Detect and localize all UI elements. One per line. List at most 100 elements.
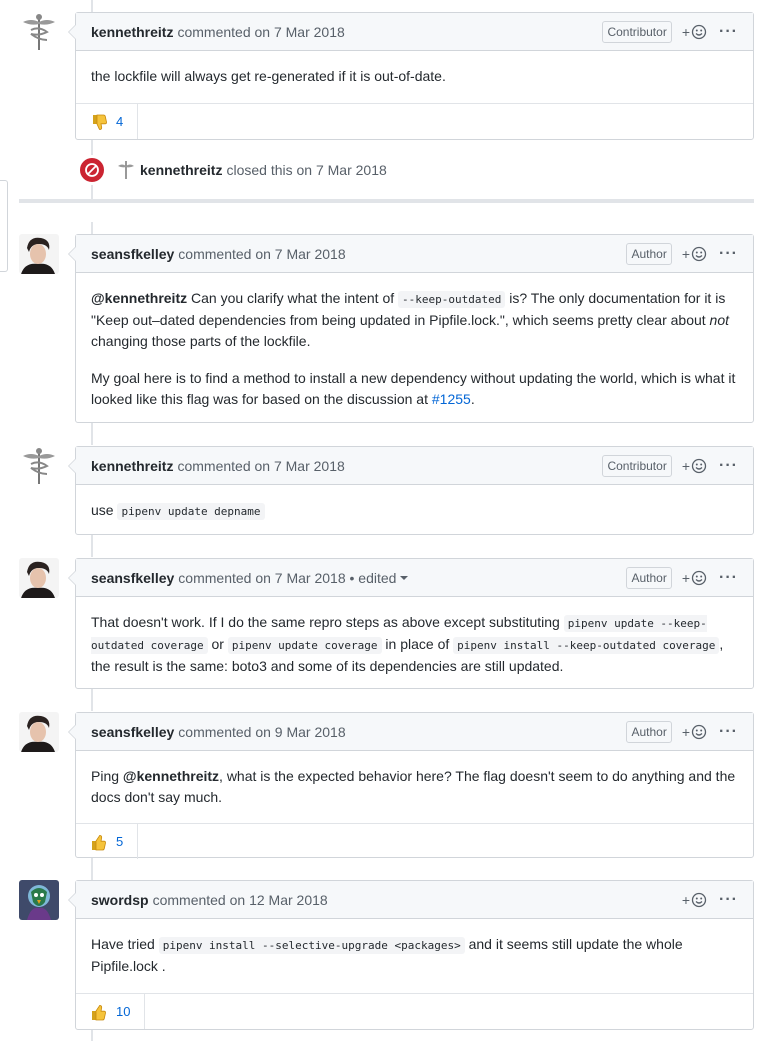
reaction-count: 10 bbox=[116, 1004, 131, 1019]
comment-body: Ping @kennethreitz, what is the expected… bbox=[76, 751, 753, 823]
comment-body: @kennethreitz Can you clarify what the i… bbox=[76, 273, 753, 410]
inline-code: pipenv install --keep-outdated coverage bbox=[453, 637, 720, 654]
reaction-thumbs-up[interactable]: 5 bbox=[76, 824, 139, 859]
add-reaction-button[interactable]: + bbox=[682, 458, 707, 474]
smiley-icon bbox=[691, 892, 707, 907]
comment-author[interactable]: seansfkelley bbox=[91, 570, 174, 586]
event-text: closed this on 7 Mar 2018 bbox=[226, 162, 387, 178]
thumbs-down-icon bbox=[90, 113, 108, 131]
contributor-badge: Contributor bbox=[602, 454, 672, 477]
text-span: . bbox=[470, 391, 475, 407]
comment-timestamp[interactable]: commented on 7 Mar 2018 bbox=[177, 24, 344, 40]
smiley-icon bbox=[691, 24, 707, 39]
more-options-icon[interactable]: ··· bbox=[719, 245, 738, 263]
comment-author[interactable]: seansfkelley bbox=[91, 724, 174, 740]
avatar[interactable] bbox=[19, 712, 59, 752]
inline-code: --keep-outdated bbox=[398, 291, 506, 308]
author-badge: Author bbox=[626, 566, 672, 589]
emphasis-text: not bbox=[709, 312, 730, 328]
comment-body: That doesn't work. If I do the same repr… bbox=[76, 597, 753, 677]
avatar[interactable] bbox=[19, 12, 59, 52]
text-span: That doesn't work. If I do the same repr… bbox=[91, 614, 564, 630]
comment-timestamp[interactable]: commented on 7 Mar 2018 bbox=[177, 458, 344, 474]
comment-timestamp[interactable]: commented on 12 Mar 2018 bbox=[153, 892, 328, 908]
comment-header: seansfkelley commented on 9 Mar 2018 Aut… bbox=[76, 713, 753, 751]
comment-author[interactable]: seansfkelley bbox=[91, 246, 174, 262]
comment-author[interactable]: kennethreitz bbox=[91, 24, 173, 40]
smiley-icon bbox=[691, 570, 707, 585]
comment: seansfkelley commented on 7 Mar 2018 • e… bbox=[68, 558, 754, 689]
timeline-line bbox=[91, 689, 93, 711]
contributor-badge: Contributor bbox=[602, 20, 672, 43]
comment-header: kennethreitz commented on 7 Mar 2018 Con… bbox=[76, 13, 753, 51]
timeline-line bbox=[91, 222, 93, 234]
avatar[interactable] bbox=[19, 558, 59, 598]
add-reaction-button[interactable]: + bbox=[682, 892, 707, 908]
comment-author[interactable]: swordsp bbox=[91, 892, 149, 908]
comment: kennethreitz commented on 7 Mar 2018 Con… bbox=[68, 12, 754, 140]
comment: swordsp commented on 12 Mar 2018 + ··· H… bbox=[68, 880, 754, 1030]
comment: seansfkelley commented on 9 Mar 2018 Aut… bbox=[68, 712, 754, 859]
comment-text: the lockfile will always get re-generate… bbox=[91, 68, 446, 84]
avatar[interactable] bbox=[19, 880, 59, 920]
inline-code: pipenv update depname bbox=[117, 503, 265, 520]
inline-code: pipenv install --selective-upgrade <pack… bbox=[158, 937, 465, 954]
author-badge: Author bbox=[626, 720, 672, 743]
reaction-thumbs-up[interactable]: 10 bbox=[76, 994, 146, 1029]
reactions-bar: 4 bbox=[76, 103, 753, 139]
more-options-icon[interactable]: ··· bbox=[719, 23, 738, 41]
reaction-count: 4 bbox=[116, 114, 124, 129]
timeline-line bbox=[91, 535, 93, 557]
avatar[interactable] bbox=[19, 446, 59, 486]
inline-code: pipenv update coverage bbox=[227, 637, 382, 654]
scroll-edge-marker bbox=[0, 180, 8, 272]
comment-header: seansfkelley commented on 7 Mar 2018 Aut… bbox=[76, 235, 753, 273]
comment-paragraph: My goal here is to find a method to inst… bbox=[91, 368, 738, 410]
issue-link[interactable]: #1255 bbox=[432, 391, 471, 407]
comment-body: the lockfile will always get re-generate… bbox=[76, 51, 753, 103]
comment-timestamp[interactable]: commented on 7 Mar 2018 • edited bbox=[178, 570, 396, 586]
comment-timestamp[interactable]: commented on 7 Mar 2018 bbox=[178, 246, 345, 262]
comment-timestamp[interactable]: commented on 9 Mar 2018 bbox=[178, 724, 345, 740]
timeline-line bbox=[91, 1030, 93, 1041]
comment: kennethreitz commented on 7 Mar 2018 Con… bbox=[68, 446, 754, 535]
comment-body: Have tried pipenv install --selective-up… bbox=[76, 919, 753, 993]
comment-author[interactable]: kennethreitz bbox=[91, 458, 173, 474]
smiley-icon bbox=[691, 246, 707, 261]
timeline-line bbox=[91, 0, 93, 12]
text-span: use bbox=[91, 502, 118, 518]
comment-paragraph: Ping @kennethreitz, what is the expected… bbox=[91, 766, 738, 808]
timeline-line bbox=[91, 858, 93, 880]
more-options-icon[interactable]: ··· bbox=[719, 891, 738, 909]
chevron-down-icon[interactable] bbox=[400, 574, 409, 582]
reactions-bar: 5 bbox=[76, 823, 753, 859]
reaction-thumbs-down[interactable]: 4 bbox=[76, 104, 139, 139]
add-reaction-button[interactable]: + bbox=[682, 724, 707, 740]
avatar[interactable] bbox=[19, 234, 59, 274]
add-reaction-button[interactable]: + bbox=[682, 570, 707, 586]
text-span: My goal here is to find a method to inst… bbox=[91, 370, 736, 407]
event-author[interactable]: kennethreitz bbox=[140, 162, 222, 178]
comment-header: seansfkelley commented on 7 Mar 2018 • e… bbox=[76, 559, 753, 597]
text-span: Can you clarify what the intent of bbox=[187, 290, 399, 306]
comment-paragraph: @kennethreitz Can you clarify what the i… bbox=[91, 288, 738, 352]
add-reaction-button[interactable]: + bbox=[682, 24, 707, 40]
text-span: in place of bbox=[381, 636, 454, 652]
more-options-icon[interactable]: ··· bbox=[719, 569, 738, 587]
reactions-bar: 10 bbox=[76, 993, 753, 1029]
more-options-icon[interactable]: ··· bbox=[719, 723, 738, 741]
comment-paragraph: Have tried pipenv install --selective-up… bbox=[91, 934, 738, 977]
author-badge: Author bbox=[626, 242, 672, 265]
avatar[interactable] bbox=[116, 160, 136, 180]
add-reaction-button[interactable]: + bbox=[682, 246, 707, 262]
timeline-line bbox=[91, 423, 93, 445]
more-options-icon[interactable]: ··· bbox=[719, 457, 738, 475]
reaction-count: 5 bbox=[116, 834, 124, 849]
closed-event: kennethreitz closed this on 7 Mar 2018 bbox=[78, 153, 387, 187]
text-span: Have tried bbox=[91, 936, 159, 952]
timeline-divider bbox=[19, 199, 754, 203]
text-span: Ping bbox=[91, 768, 123, 784]
user-mention-link[interactable]: @kennethreitz bbox=[123, 768, 219, 784]
user-mention-link[interactable]: @kennethreitz bbox=[91, 290, 187, 306]
comment-paragraph: use pipenv update depname bbox=[91, 500, 738, 522]
